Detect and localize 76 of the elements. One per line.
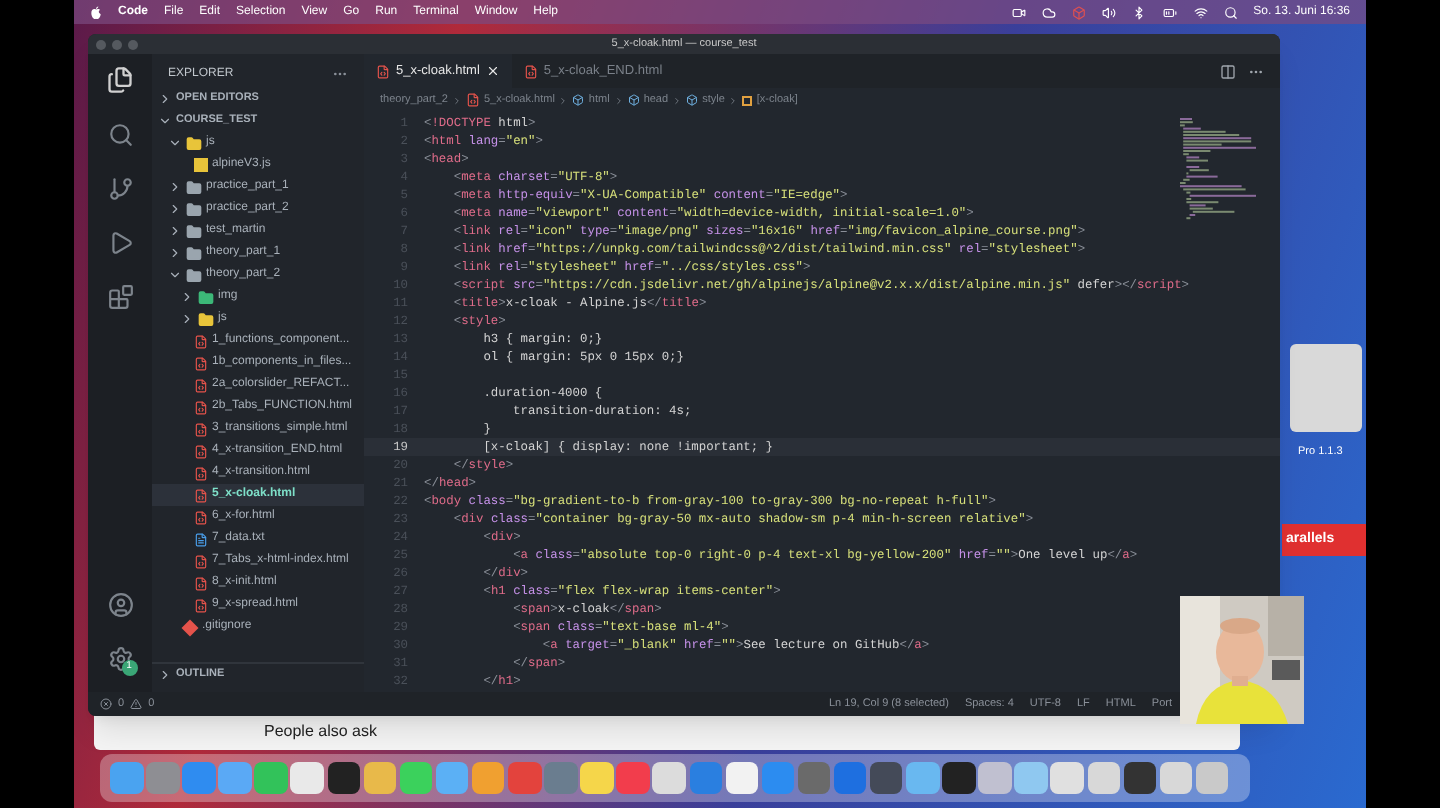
- warning-icon[interactable]: [130, 698, 143, 710]
- error-icon[interactable]: [100, 698, 112, 710]
- folder-icon: [186, 179, 202, 195]
- html-file-icon: [194, 333, 208, 349]
- folder-icon: [198, 289, 214, 305]
- chevron-right-icon: [158, 92, 172, 106]
- folder-icon: [186, 135, 202, 151]
- app-icon[interactable]: [1123, 761, 1157, 795]
- account-icon[interactable]: [107, 592, 133, 618]
- folder-icon: [186, 201, 202, 217]
- app-icon[interactable]: [1195, 761, 1229, 795]
- app-icon[interactable]: [942, 761, 976, 795]
- folder-icon: [186, 267, 202, 283]
- git-icon: [181, 618, 199, 636]
- html-file-icon: [194, 553, 208, 569]
- html-file-icon: [465, 92, 480, 108]
- app-icon[interactable]: [1050, 761, 1084, 795]
- app-icon[interactable]: [399, 761, 433, 795]
- app-icon[interactable]: [580, 761, 614, 795]
- html-file-icon: [194, 487, 208, 503]
- text-file-icon: [194, 531, 208, 547]
- section-heading: People also ask: [264, 720, 377, 744]
- app-icon[interactable]: [1159, 761, 1193, 795]
- apple-logo-icon: [90, 5, 102, 19]
- js-file-icon: [194, 158, 208, 172]
- chevron-right-icon: [728, 95, 739, 105]
- html-file-icon: [194, 465, 208, 481]
- app-icon[interactable]: [1087, 761, 1121, 795]
- folder-icon: [186, 223, 202, 239]
- app-icon[interactable]: [1014, 761, 1048, 795]
- html-file-icon: [194, 597, 208, 613]
- app-icon[interactable]: [290, 761, 324, 795]
- selector-icon: [742, 95, 753, 105]
- battery-icon[interactable]: [1161, 5, 1178, 19]
- folder-icon: [198, 311, 214, 327]
- app-icon[interactable]: [652, 761, 686, 795]
- minimap-drawing: [1176, 118, 1256, 222]
- folder-icon: [186, 245, 202, 261]
- html-file-icon: [194, 443, 208, 459]
- cube-icon: [627, 94, 640, 106]
- app-icon[interactable]: [327, 761, 361, 795]
- html-file-icon: [194, 355, 208, 371]
- chevron-down-icon: [168, 268, 182, 282]
- cloud-icon[interactable]: [1041, 5, 1056, 19]
- html-file-icon: [194, 399, 208, 415]
- bluetooth-icon[interactable]: [1131, 5, 1146, 19]
- wifi-icon[interactable]: [1193, 5, 1208, 19]
- run-icon[interactable]: [107, 230, 133, 256]
- source-control-icon[interactable]: [107, 176, 133, 202]
- volume-icon[interactable]: [1101, 5, 1116, 19]
- app-icon[interactable]: [725, 761, 759, 795]
- html-file-icon: [376, 63, 390, 79]
- chevron-right-icon: [672, 95, 683, 105]
- settings-icon[interactable]: [107, 646, 133, 672]
- video-camera-icon[interactable]: [1011, 5, 1026, 19]
- app-icon[interactable]: [869, 761, 903, 795]
- chevron-right-icon: [558, 95, 569, 105]
- cube-icon: [572, 94, 585, 106]
- chevron-right-icon: [158, 667, 172, 681]
- chevron-right-icon: [613, 95, 624, 105]
- extensions-icon[interactable]: [107, 284, 133, 310]
- split-editor-icon[interactable]: [1220, 63, 1236, 79]
- close-icon[interactable]: [485, 64, 500, 78]
- html-file-icon: [194, 575, 208, 591]
- html-file-icon: [194, 421, 208, 437]
- html-file-icon: [194, 377, 208, 393]
- chevron-right-icon: [451, 95, 462, 105]
- files-icon[interactable]: [106, 66, 134, 94]
- cube-icon: [686, 94, 699, 106]
- cube-icon[interactable]: [1071, 5, 1086, 19]
- search-icon[interactable]: [107, 122, 133, 148]
- html-file-icon: [523, 63, 538, 79]
- app-icon[interactable]: [363, 761, 397, 795]
- search-icon[interactable]: [1223, 5, 1238, 19]
- html-file-icon: [194, 509, 208, 525]
- app-icon[interactable]: [978, 761, 1012, 795]
